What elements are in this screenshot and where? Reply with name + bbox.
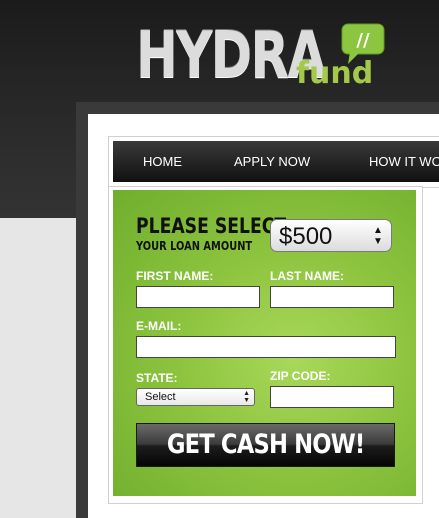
form-subheading: YOUR LOAN AMOUNT xyxy=(136,239,253,253)
email-field[interactable] xyxy=(136,336,396,358)
state-label: STATE: xyxy=(136,371,178,385)
first-name-field[interactable] xyxy=(136,286,260,308)
zip-code-label: ZIP CODE: xyxy=(270,369,331,383)
speech-bubble-icon: // xyxy=(341,23,385,64)
zip-code-field[interactable] xyxy=(270,386,394,408)
email-label: E-MAIL: xyxy=(136,319,182,333)
select-arrows-icon: ▲ ▼ xyxy=(373,225,383,247)
nav-home[interactable]: HOME xyxy=(143,141,182,182)
get-cash-now-label: GET CASH NOW! xyxy=(166,429,365,460)
hydrafund-logo[interactable]: HYDRA fund // xyxy=(136,18,396,94)
select-arrows-icon: ▲ ▼ xyxy=(243,390,250,404)
main-nav: HOME APPLY NOW HOW IT WO xyxy=(113,141,439,182)
loan-amount-select[interactable]: $500 ▲ ▼ xyxy=(270,219,392,252)
nav-how-it-works[interactable]: HOW IT WO xyxy=(369,141,439,182)
get-cash-now-button[interactable]: GET CASH NOW! xyxy=(136,423,395,467)
last-name-field[interactable] xyxy=(270,286,394,308)
form-heading: PLEASE SELECT xyxy=(136,214,287,238)
loan-amount-value: $500 xyxy=(279,223,333,250)
first-name-label: FIRST NAME: xyxy=(136,269,214,283)
nav-apply-now[interactable]: APPLY NOW xyxy=(234,141,310,182)
last-name-label: LAST NAME: xyxy=(270,269,344,283)
state-select-value: Select xyxy=(145,391,176,403)
speech-bubble-mark: // xyxy=(356,30,370,51)
state-select[interactable]: Select ▲ ▼ xyxy=(136,388,255,406)
